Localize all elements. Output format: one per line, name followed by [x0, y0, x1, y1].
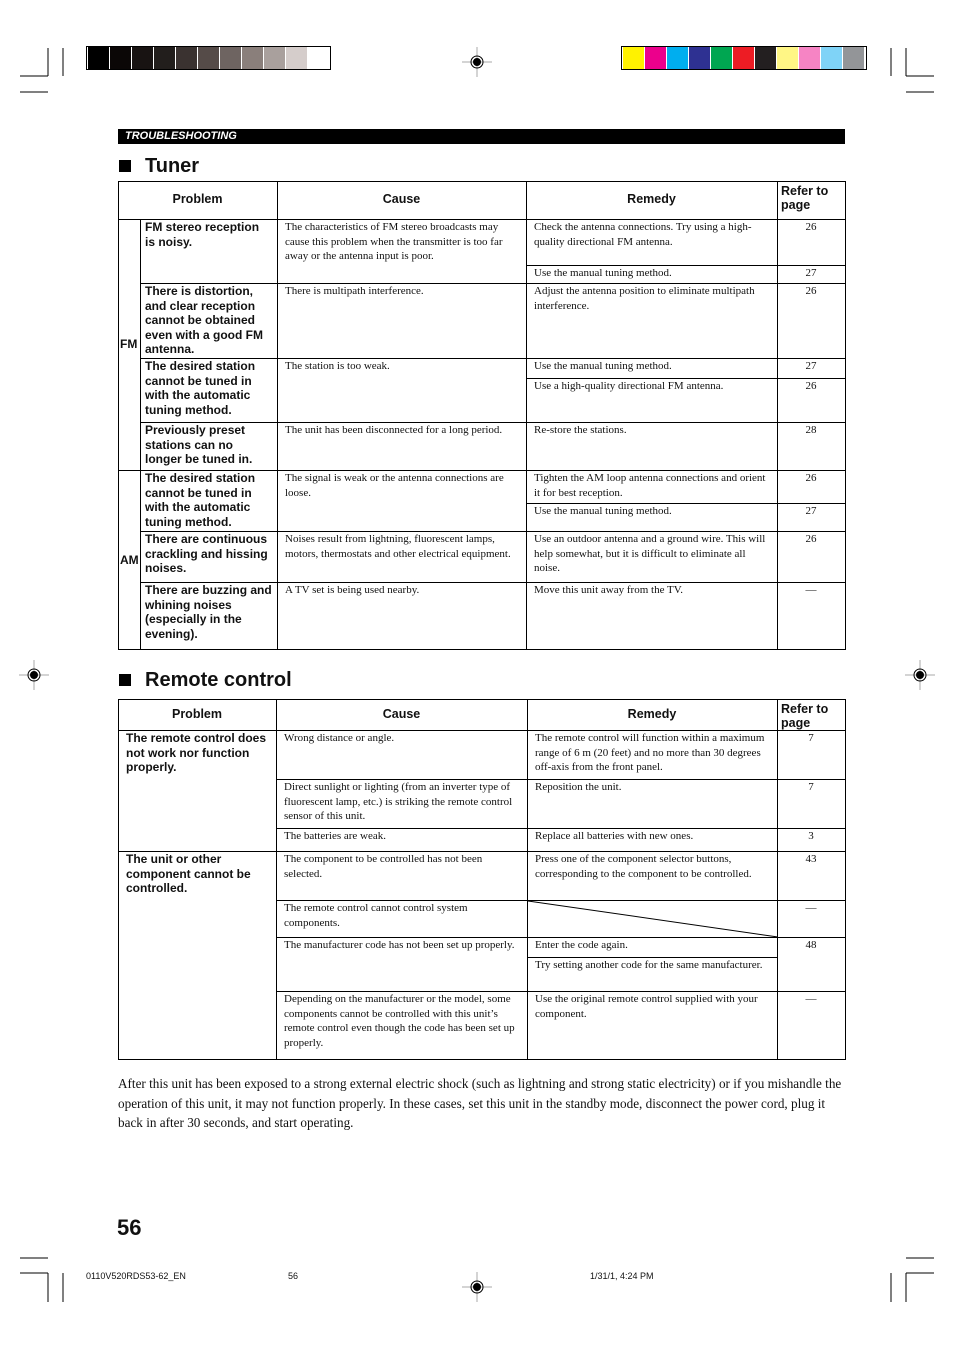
cause-text: There is multipath interference.: [285, 285, 424, 297]
remedy-text: Try setting another code for the same ma…: [535, 959, 763, 971]
remedy-text: Use a high-quality directional FM antenn…: [534, 380, 724, 392]
remedy-text: Press one of the component selector butt…: [535, 853, 752, 880]
page-ref: 27: [805, 360, 817, 372]
problem-text: FM stereo reception is noisy.: [145, 220, 260, 249]
color-swatch: [799, 47, 820, 69]
page-ref: 48: [805, 939, 817, 951]
color-swatch: [733, 47, 754, 69]
page-ref: 26: [805, 533, 817, 545]
gray-swatch: [110, 47, 131, 69]
gray-swatch: [132, 47, 153, 69]
page-ref: 43: [805, 853, 817, 865]
remedy-text: The remote control will function within …: [535, 732, 765, 773]
page-ref: —: [805, 902, 817, 914]
cause-text: The component to be controlled has not b…: [284, 853, 483, 880]
remedy-text: Move this unit away from the TV.: [534, 584, 683, 596]
remedy-text: Check the antenna connections. Try using…: [534, 221, 752, 248]
page-ref: —: [805, 584, 817, 596]
header-problem: Problem: [171, 706, 222, 721]
color-swatch: [645, 47, 666, 69]
remedy-text: Replace all batteries with new ones.: [535, 830, 694, 842]
cause-text: The batteries are weak.: [284, 830, 386, 842]
header-remedy: Remedy: [627, 192, 676, 206]
color-swatch: [689, 47, 710, 69]
cause-text: The unit has been disconnected for a lon…: [285, 424, 503, 436]
problem-text: The unit or other component cannot be co…: [126, 852, 251, 895]
problem-text: There are continuous crackling and hissi…: [145, 532, 268, 575]
problem-text: The desired station cannot be tuned in w…: [145, 359, 256, 417]
color-swatch: [755, 47, 776, 69]
cause-text: The manufacturer code has not been set u…: [284, 939, 515, 951]
cause-text: The signal is weak or the antenna connec…: [285, 472, 504, 499]
page-ref: 26: [805, 221, 817, 233]
cause-text: Noises result from lightning, fluorescen…: [285, 533, 511, 560]
problem-text: The remote control does not work nor fun…: [126, 731, 267, 774]
page-ref: 27: [805, 267, 817, 279]
problem-text: There are buzzing and whining noises (es…: [145, 583, 272, 641]
gray-swatch: [308, 47, 329, 69]
color-swatch: [777, 47, 798, 69]
cause-text: The remote control cannot control system…: [284, 902, 468, 929]
page-ref: —: [805, 993, 817, 1005]
gray-swatch: [176, 47, 197, 69]
remedy-text: Enter the code again.: [535, 939, 628, 951]
band-label-am: AM: [120, 553, 139, 567]
header-page: Refer to page: [781, 702, 829, 730]
band-label-fm: FM: [120, 337, 138, 351]
remedy-text: Re-store the stations.: [534, 424, 627, 436]
page-ref: 28: [805, 424, 817, 436]
gray-swatch: [198, 47, 219, 69]
problem-text: The desired station cannot be tuned in w…: [145, 471, 256, 529]
remedy-cell-empty: [527, 900, 778, 938]
remedy-text: Use the original remote control supplied…: [535, 993, 758, 1020]
gray-swatch: [88, 47, 109, 69]
cause-text: Wrong distance or angle.: [284, 732, 395, 744]
cause-text: A TV set is being used nearby.: [285, 584, 420, 596]
cause-text: Depending on the manufacturer or the mod…: [284, 993, 515, 1049]
page-ref: 7: [808, 732, 814, 744]
remedy-text: Use an outdoor antenna and a ground wire…: [534, 533, 766, 574]
color-swatch: [667, 47, 688, 69]
page-ref: 26: [805, 285, 817, 297]
color-swatch: [623, 47, 644, 69]
gray-swatch: [154, 47, 175, 69]
color-swatch: [843, 47, 864, 69]
remedy-text: Tighten the AM loop antenna connections …: [534, 472, 766, 499]
header-cause: Cause: [382, 706, 421, 721]
header-remedy: Remedy: [627, 706, 677, 721]
page-ref: 3: [808, 830, 814, 842]
diagonal-strike: [528, 901, 778, 938]
cause-text: The characteristics of FM stereo broadca…: [285, 221, 503, 262]
page-ref: 26: [805, 472, 817, 484]
page-ref: 26: [805, 380, 817, 392]
gray-swatch: [242, 47, 263, 69]
gray-swatch: [220, 47, 241, 69]
header-page: Refer to page: [781, 184, 829, 212]
remedy-text: Use the manual tuning method.: [534, 360, 672, 372]
remedy-text: Use the manual tuning method.: [534, 505, 672, 517]
problem-text: Previously preset stations can no longer…: [145, 423, 253, 466]
gray-swatch: [264, 47, 285, 69]
page-ref: 27: [805, 505, 817, 517]
remedy-text: Adjust the antenna position to eliminate…: [534, 285, 755, 312]
cause-text: The station is too weak.: [285, 360, 390, 372]
cause-text: Direct sunlight or lighting (from an inv…: [284, 781, 513, 822]
color-swatch: [711, 47, 732, 69]
manual-page: TROUBLESHOOTING Tuner Remote control Aft…: [0, 0, 954, 1351]
remedy-text: Use the manual tuning method.: [534, 267, 672, 279]
color-swatch: [821, 47, 842, 69]
gray-swatch: [286, 47, 307, 69]
problem-text: There is distortion, and clear reception…: [145, 284, 264, 356]
page-ref: 7: [808, 781, 814, 793]
remedy-text: Reposition the unit.: [535, 781, 622, 793]
header-cause: Cause: [382, 192, 421, 206]
header-problem: Problem: [172, 192, 223, 206]
